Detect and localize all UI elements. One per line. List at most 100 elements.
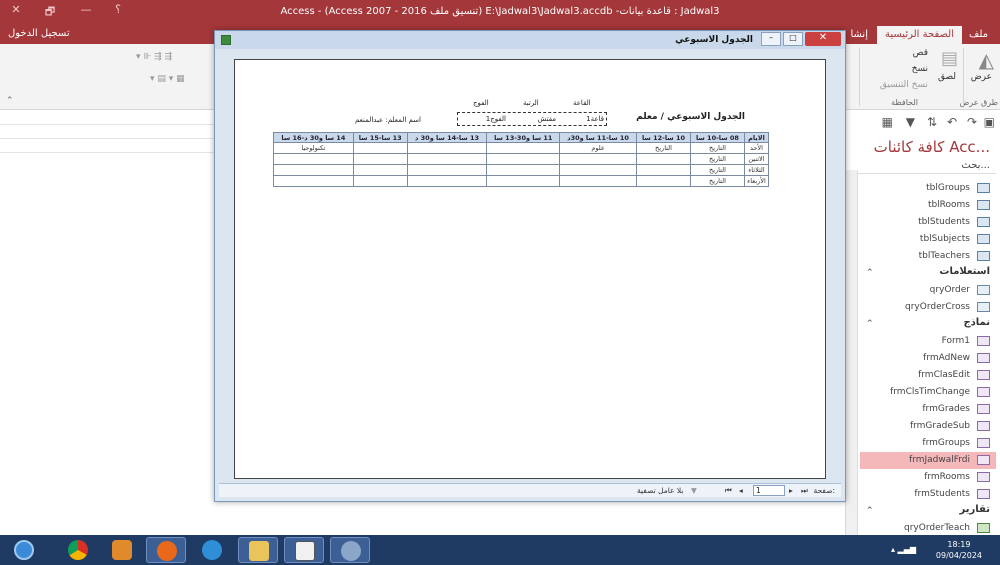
nav-form-item-selected[interactable]: frmJadwalFrdi — [860, 452, 996, 469]
report-window[interactable]: – □ ✕ الجدول الاسبوعي القاعة الرتبة الفو… — [214, 30, 846, 502]
nav-table-item[interactable]: tblTeachers — [860, 248, 996, 265]
nav-group-forms[interactable]: ⌃ نماذج — [860, 317, 996, 333]
nav-form-item[interactable]: frmRooms — [860, 469, 996, 486]
nav-item-label: qryOrder — [929, 285, 970, 295]
table-icon — [977, 200, 990, 210]
view-button[interactable]: عرض — [971, 72, 992, 82]
firefox-taskbar-button[interactable] — [146, 537, 186, 563]
clock[interactable]: 18:19 09/04/2024 — [936, 539, 982, 561]
paste-icon[interactable]: ▤ — [941, 48, 958, 69]
nav-item-label: tblTeachers — [918, 251, 970, 261]
first-page-icon[interactable]: ⏮ — [725, 486, 732, 496]
redo-icon[interactable]: ↷ — [967, 115, 977, 129]
nav-table-item[interactable]: tblSubjects — [860, 231, 996, 248]
paint-taskbar-button[interactable] — [330, 537, 370, 563]
views-group-label: طرق عرض — [959, 98, 998, 107]
chrome-taskbar-button[interactable] — [58, 537, 98, 563]
filter-icon[interactable]: ▼ — [906, 115, 915, 129]
copy-button[interactable]: نسخ — [912, 64, 928, 74]
nav-form-item[interactable]: frmGroups — [860, 435, 996, 452]
nav-form-item[interactable]: frmClasEdit — [860, 367, 996, 384]
quick-access-toolbar: ▣ ↷ ↶ ⇅ ▼ ▦ — [846, 112, 1000, 134]
chrome-icon — [68, 540, 88, 560]
nav-title[interactable]: كافة كائنات Acc... — [854, 138, 996, 158]
clock-date: 09/04/2024 — [935, 551, 982, 560]
selection-box: قاعة1 مفتش الفوج1 — [457, 112, 607, 126]
table-cell: تكنولوجيا — [273, 142, 354, 154]
clipboard-group: ▤ لصق قص نسخ نسخ التنسيق الحافظة — [862, 44, 962, 110]
paste-button[interactable]: لصق — [938, 72, 956, 82]
nav-form-item[interactable]: frmGradeSub — [860, 418, 996, 435]
view-icon[interactable]: ◭ — [979, 48, 994, 72]
nav-table-item[interactable]: tblGroups — [860, 180, 996, 197]
collapse-ribbon-icon[interactable]: ⌃ — [6, 96, 14, 106]
nav-group-reports[interactable]: ⌃ تقارير — [860, 504, 996, 520]
window-title: Access - (Access 2007 - 2016 تنسيق ملف) … — [280, 6, 720, 17]
table-cell — [636, 164, 691, 176]
close-button[interactable]: ✕ — [805, 32, 841, 46]
filter-status[interactable]: بلا عامل تصفية — [637, 486, 683, 495]
format-painter-button[interactable]: نسخ التنسيق — [880, 80, 928, 90]
ie-taskbar-button[interactable] — [192, 537, 232, 563]
page-number-input[interactable]: 1 — [753, 485, 785, 496]
nav-item-label: frmGroups — [922, 438, 970, 448]
table-cell — [273, 153, 354, 165]
start-button[interactable] — [4, 537, 44, 563]
next-page-icon[interactable]: ▸ — [789, 486, 793, 495]
save-icon[interactable]: ▣ — [984, 115, 995, 129]
nav-search-input[interactable]: بحث... — [854, 160, 996, 174]
room-value: قاعة1 — [586, 115, 604, 123]
nav-form-item[interactable]: Form1 — [860, 333, 996, 350]
report-app-icon — [221, 35, 231, 45]
minimize-button[interactable]: – — [761, 32, 781, 46]
cut-button[interactable]: قص — [913, 48, 928, 58]
table-cell: الأربعاء — [743, 175, 770, 187]
chevron-up-icon[interactable]: ⌃ — [866, 506, 874, 516]
rank-value: مفتش — [537, 115, 556, 123]
nav-form-item[interactable]: frmAdNew — [860, 350, 996, 367]
chevron-up-icon[interactable]: ⌃ — [866, 268, 874, 278]
nav-table-item[interactable]: tblRooms — [860, 197, 996, 214]
form-icon — [977, 472, 990, 482]
nav-form-item[interactable]: frmGrades — [860, 401, 996, 418]
sort-icon[interactable]: ⇅ — [927, 115, 937, 129]
nav-query-item[interactable]: qryOrder — [860, 282, 996, 299]
report-page: القاعة الرتبة الفوج الجدول الاسبوعي / مع… — [234, 59, 826, 479]
table-cell: الثلاثاء — [743, 164, 770, 176]
undo-icon[interactable]: ↶ — [947, 115, 957, 129]
nav-item-label: frmRooms — [924, 472, 970, 482]
access-taskbar-button[interactable] — [284, 537, 324, 563]
nav-table-item[interactable]: tblStudents — [860, 214, 996, 231]
chevron-up-icon[interactable]: ⌃ — [866, 319, 874, 329]
divider — [963, 48, 964, 106]
table-icon[interactable]: ▦ — [882, 115, 893, 129]
nav-item-label: frmAdNew — [923, 353, 970, 363]
internet-explorer-icon — [202, 540, 222, 560]
table-row: الثلاثاء التاريخ — [273, 164, 770, 176]
title-bar: ✕ 🗗 — ؟ Access - (Access 2007 - 2016 تنس… — [0, 0, 1000, 24]
signin-link[interactable]: تسجيل الدخول — [8, 28, 70, 39]
taskbar: ▴ ▂▄▆ 18:19 09/04/2024 — [0, 535, 1000, 565]
tab-create[interactable]: إنشا — [842, 26, 876, 44]
tab-home[interactable]: الصفحة الرئيسية — [877, 26, 962, 44]
table-cell — [559, 153, 638, 165]
explorer-taskbar-button[interactable] — [238, 537, 278, 563]
tray-icons[interactable]: ▴ ▂▄▆ — [891, 545, 916, 554]
media-taskbar-button[interactable] — [102, 537, 142, 563]
format-icons[interactable]: ▾ ▤ ▾ ▦ — [150, 74, 185, 84]
last-page-icon[interactable]: ⏭ — [801, 486, 808, 496]
nav-group-queries[interactable]: ⌃ استعلامات — [860, 266, 996, 282]
form-icon — [977, 404, 990, 414]
prev-page-icon[interactable]: ◂ — [739, 486, 743, 495]
report-window-title: الجدول الاسبوعي — [675, 35, 753, 45]
maximize-button[interactable]: □ — [783, 32, 803, 46]
tab-file[interactable]: ملف — [961, 26, 996, 44]
nav-query-item[interactable]: qryOrderCross — [860, 299, 996, 316]
nav-scrollbar[interactable] — [846, 170, 858, 535]
table-cell — [273, 175, 354, 187]
nav-form-item[interactable]: frmStudents — [860, 486, 996, 503]
nav-form-item[interactable]: frmClsTimChange — [860, 384, 996, 401]
report-window-titlebar[interactable]: – □ ✕ الجدول الاسبوعي — [215, 31, 845, 49]
form-icon — [977, 438, 990, 448]
align-right-icon[interactable]: ▾ ⊪ ⇶ ⇶ — [136, 52, 172, 62]
